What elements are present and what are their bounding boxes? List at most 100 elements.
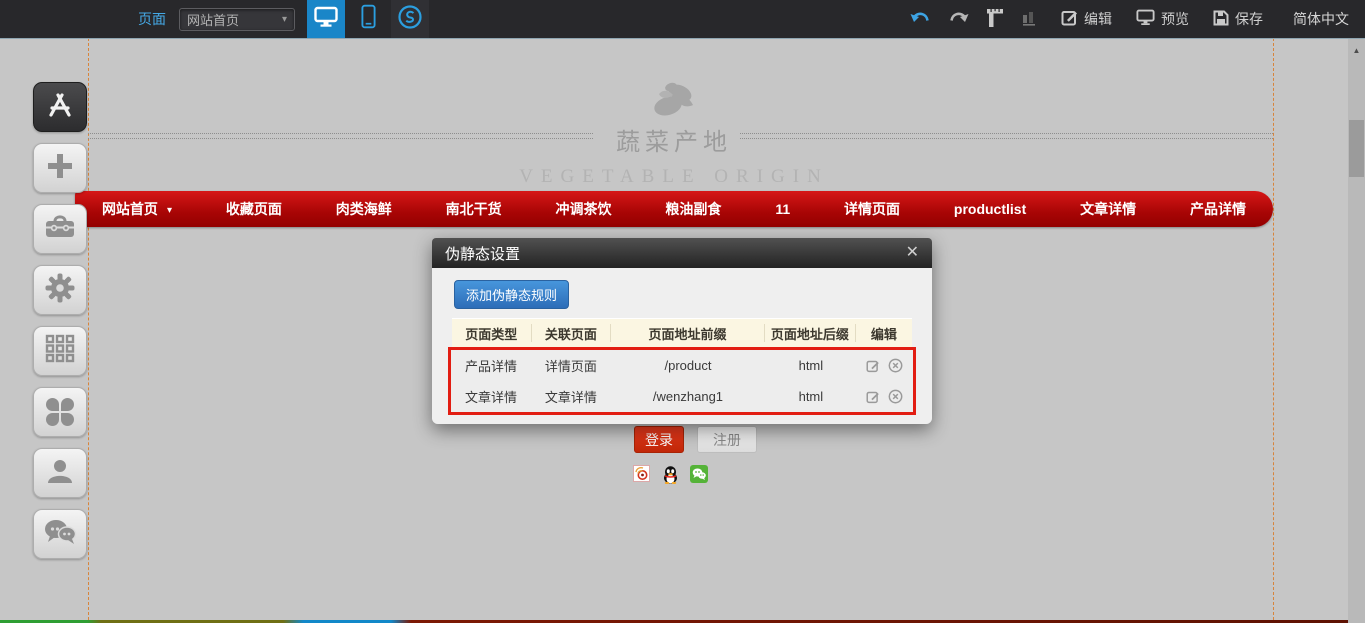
- nav-item[interactable]: 粮油副食: [665, 199, 721, 219]
- site-navbar: 网站首页▾ 收藏页面 肉类海鲜 南北干货 冲调茶饮 粮油副食 11 详情页面 p…: [75, 191, 1273, 227]
- appstore-icon: [44, 90, 76, 125]
- chat-bubbles-icon: [43, 518, 77, 551]
- desktop-view-button[interactable]: [307, 0, 345, 38]
- sidebar-item-widgets[interactable]: [33, 387, 87, 437]
- pseudo-static-modal: 伪静态设置 ✕ 添加伪静态规则 页面类型 关联页面 页面地址前缀 页面地址后缀 …: [432, 238, 932, 424]
- language-switch[interactable]: 简体中文: [1293, 9, 1349, 29]
- toolbar-right-group: 编辑 预览 保存 简体中文: [893, 8, 1349, 31]
- nav-item-home[interactable]: 网站首页▾: [102, 199, 172, 219]
- rule-table: 页面类型 关联页面 页面地址前缀 页面地址后缀 编辑 产品详情 详情页面 /pr…: [452, 318, 912, 415]
- gear-icon: [44, 272, 76, 309]
- scrollbar[interactable]: ▲: [1348, 38, 1365, 623]
- user-icon: [46, 457, 74, 490]
- wechat-share-icon[interactable]: [690, 465, 708, 488]
- undo-button[interactable]: [910, 10, 931, 28]
- clover-icon: [46, 398, 74, 426]
- app-window: 页面 网站首页 ▾: [0, 0, 1365, 623]
- sidebar-item-member[interactable]: [33, 448, 87, 498]
- modal-body: 添加伪静态规则 页面类型 关联页面 页面地址前缀 页面地址后缀 编辑 产品详情 …: [432, 268, 932, 424]
- nav-item[interactable]: 冲调茶饮: [556, 199, 612, 219]
- sidebar-item-chat[interactable]: [33, 509, 87, 559]
- toolbar-left-group: 页面 网站首页 ▾: [138, 0, 429, 38]
- nav-item[interactable]: 南北干货: [446, 199, 502, 219]
- register-button[interactable]: 注册: [697, 426, 757, 453]
- sidebar-item-toolbox[interactable]: [33, 204, 87, 254]
- column-header: 关联页面: [532, 324, 612, 342]
- nav-item[interactable]: 详情页面: [844, 199, 900, 219]
- scrollbar-thumb[interactable]: [1349, 120, 1364, 177]
- sidebar-item-settings[interactable]: [33, 265, 87, 315]
- columns-button[interactable]: [1021, 9, 1037, 29]
- mobile-view-button[interactable]: [349, 0, 387, 38]
- delete-row-icon[interactable]: [888, 358, 903, 373]
- ruler-icon: [986, 8, 1004, 31]
- modal-header[interactable]: 伪静态设置 ✕: [432, 238, 932, 268]
- edit-row-icon[interactable]: [866, 390, 880, 404]
- nav-item[interactable]: 11: [775, 201, 790, 217]
- vegetable-logo-icon: [647, 78, 701, 120]
- table-row: 产品详情 详情页面 /product html: [451, 350, 913, 381]
- highlighted-rows-box: 产品详情 详情页面 /product html 文章详情 文章详情: [448, 347, 916, 415]
- grid-icon: [45, 334, 75, 368]
- cell-suffix: html: [765, 358, 856, 373]
- scrollbar-up-icon[interactable]: ▲: [1348, 46, 1365, 55]
- table-row: 文章详情 文章详情 /wenzhang1 html: [451, 381, 913, 412]
- smartphone-icon: [361, 4, 376, 34]
- pencil-square-icon: [1061, 9, 1078, 29]
- qq-icon[interactable]: [661, 465, 680, 489]
- sidebar-item-add-module[interactable]: [33, 143, 87, 193]
- floppy-save-icon: [1213, 10, 1229, 29]
- undo-icon: [910, 10, 931, 28]
- save-button-label: 保存: [1235, 9, 1263, 29]
- sidebar-item-modules[interactable]: [33, 326, 87, 376]
- cell-actions: [857, 389, 913, 404]
- edit-button-label: 编辑: [1084, 9, 1112, 29]
- sidebar-item-design[interactable]: [33, 82, 87, 132]
- nav-item[interactable]: productlist: [954, 201, 1026, 217]
- chevron-down-icon: ▾: [282, 14, 287, 25]
- column-header: 页面地址前缀: [611, 324, 765, 342]
- page-select-value: 网站首页: [187, 10, 239, 29]
- plus-icon: [45, 151, 75, 186]
- preview-monitor-icon: [1136, 9, 1155, 29]
- cell-linked-page: 文章详情: [531, 387, 611, 406]
- monitor-icon: [314, 6, 338, 33]
- cell-prefix: /wenzhang1: [611, 389, 765, 404]
- nav-item[interactable]: 文章详情: [1080, 199, 1136, 219]
- close-icon[interactable]: ✕: [906, 245, 919, 261]
- nav-item[interactable]: 肉类海鲜: [336, 199, 392, 219]
- top-toolbar: 页面 网站首页 ▾: [0, 0, 1365, 39]
- logo-module[interactable]: 蔬菜产地 VEGETABLE ORIGIN: [0, 78, 1348, 188]
- edit-row-icon[interactable]: [866, 359, 880, 373]
- redo-button[interactable]: [948, 10, 969, 28]
- cell-linked-page: 详情页面: [531, 356, 611, 375]
- edit-button[interactable]: 编辑: [1061, 9, 1112, 29]
- preview-button-label: 预览: [1161, 9, 1189, 29]
- table-header-row: 页面类型 关联页面 页面地址前缀 页面地址后缀 编辑: [452, 318, 912, 347]
- redo-icon: [948, 10, 969, 28]
- theme-style-button[interactable]: [391, 0, 429, 38]
- site-title: 蔬菜产地: [0, 122, 1348, 157]
- column-header: 编辑: [856, 324, 912, 342]
- cell-suffix: html: [765, 389, 856, 404]
- circle-s-icon: [397, 4, 423, 35]
- weibo-icon[interactable]: [633, 465, 650, 487]
- save-button[interactable]: 保存: [1213, 9, 1263, 29]
- login-button[interactable]: 登录: [634, 426, 684, 453]
- cell-page-type: 文章详情: [451, 387, 531, 406]
- toolbox-icon: [44, 213, 76, 245]
- modal-title: 伪静态设置: [445, 243, 520, 264]
- nav-caret-icon: ▾: [167, 205, 172, 216]
- page-select[interactable]: 网站首页 ▾: [179, 8, 295, 31]
- ruler-button[interactable]: [986, 8, 1004, 31]
- delete-row-icon[interactable]: [888, 389, 903, 404]
- cell-prefix: /product: [611, 358, 765, 373]
- nav-item[interactable]: 收藏页面: [226, 199, 282, 219]
- site-subtitle: VEGETABLE ORIGIN: [0, 166, 1348, 188]
- preview-button[interactable]: 预览: [1136, 9, 1189, 29]
- nav-item[interactable]: 产品详情: [1190, 199, 1246, 219]
- editor-canvas: 蔬菜产地 VEGETABLE ORIGIN 网站首页▾ 收藏页面 肉类海鲜 南北…: [0, 38, 1365, 623]
- column-header: 页面地址后缀: [765, 324, 856, 342]
- add-rule-button[interactable]: 添加伪静态规则: [454, 280, 569, 309]
- cell-page-type: 产品详情: [451, 356, 531, 375]
